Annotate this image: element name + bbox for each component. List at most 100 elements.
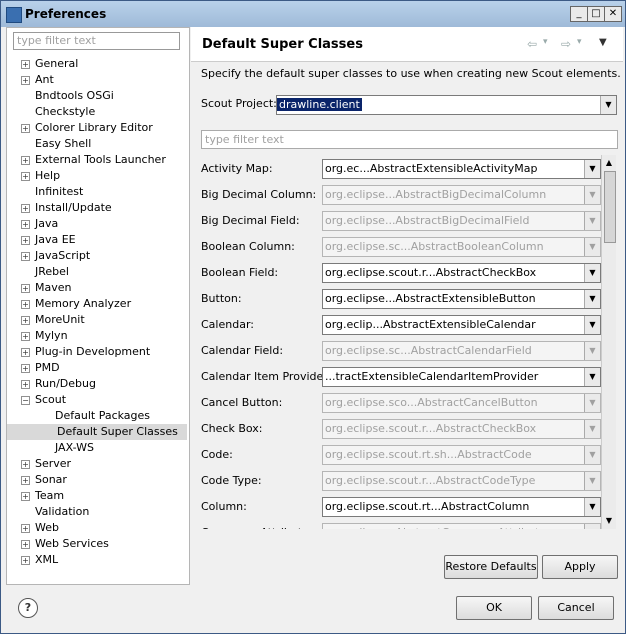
scroll-thumb[interactable] [604, 171, 616, 243]
apply-button[interactable]: Apply [542, 555, 618, 579]
super-class-combo[interactable]: org.ec...AbstractExtensibleActivityMap ▼ [322, 159, 601, 179]
close-button[interactable]: ✕ [604, 6, 622, 22]
tree-item[interactable]: + Install/Update [7, 200, 187, 216]
super-class-combo[interactable]: ...tractExtensibleCalendarItemProvider ▼ [322, 367, 601, 387]
tree-item[interactable]: + Help [7, 168, 187, 184]
tree-item[interactable]: Bndtools OSGi [7, 88, 187, 104]
scroll-up-icon[interactable]: ▲ [604, 157, 614, 169]
expand-icon[interactable]: + [21, 284, 30, 293]
expand-icon[interactable]: + [21, 124, 30, 133]
tree-item[interactable]: + Run/Debug [7, 376, 187, 392]
ok-button[interactable]: OK [456, 596, 532, 620]
expand-icon[interactable]: + [21, 460, 30, 469]
expand-icon[interactable]: + [21, 524, 30, 533]
tree-item-label: Ant [35, 73, 54, 86]
tree-item[interactable]: Validation [7, 504, 187, 520]
tree-item-label: Colorer Library Editor [35, 121, 153, 134]
expand-icon[interactable]: + [21, 300, 30, 309]
tree-item[interactable]: + MoreUnit [7, 312, 187, 328]
tree-item[interactable]: + XML [7, 552, 187, 568]
expand-icon[interactable]: + [21, 556, 30, 565]
maximize-button[interactable]: □ [587, 6, 605, 22]
super-class-combo: org.eclipse.scout.r...AbstractCodeType ▼ [322, 471, 601, 491]
chevron-down-icon: ▼ [584, 342, 600, 360]
super-class-value: org.eclipse...AbstractBigDecimalField [325, 214, 530, 227]
expand-icon[interactable]: + [21, 156, 30, 165]
view-menu-icon[interactable]: ▼ [599, 37, 607, 48]
super-class-combo: org.eclipse.sco...AbstractCancelButton ▼ [322, 393, 601, 413]
expand-icon[interactable]: + [21, 76, 30, 85]
window-title: Preferences [25, 7, 107, 21]
scout-project-combo[interactable]: drawline.client ▼ [276, 95, 617, 115]
expand-icon[interactable]: + [21, 220, 30, 229]
tree-item[interactable]: Default Super Classes [7, 424, 187, 440]
expand-icon[interactable]: + [21, 492, 30, 501]
tree-item[interactable]: − Scout [7, 392, 187, 408]
collapse-icon[interactable]: − [21, 396, 30, 405]
super-class-combo: org.eclipse.sc...AbstractCalendarField ▼ [322, 341, 601, 361]
super-class-combo[interactable]: org.eclipse.scout.r...AbstractCheckBox ▼ [322, 263, 601, 283]
expand-icon[interactable]: + [21, 60, 30, 69]
minimize-button[interactable]: _ [570, 6, 588, 22]
tree-item[interactable]: + PMD [7, 360, 187, 376]
tree-item[interactable]: Default Packages [7, 408, 187, 424]
tree-item[interactable]: Infinitest [7, 184, 187, 200]
forward-menu-icon[interactable]: ▾ [577, 37, 582, 47]
super-class-label: Activity Map: [201, 162, 273, 175]
tree-filter-input[interactable]: type filter text [13, 32, 180, 50]
tree-item[interactable]: + Colorer Library Editor [7, 120, 187, 136]
tree-item[interactable]: + Maven [7, 280, 187, 296]
chevron-down-icon: ▼ [584, 238, 600, 256]
tree-item[interactable]: + JavaScript [7, 248, 187, 264]
expand-icon[interactable]: + [21, 380, 30, 389]
back-arrow-icon[interactable]: ⇦ [527, 37, 537, 51]
tree-item[interactable]: + Server [7, 456, 187, 472]
tree-item[interactable]: + Memory Analyzer [7, 296, 187, 312]
tree-item[interactable]: + General [7, 56, 187, 72]
tree-item[interactable]: + Ant [7, 72, 187, 88]
expand-icon[interactable]: + [21, 252, 30, 261]
restore-defaults-button[interactable]: Restore Defaults [444, 555, 538, 579]
super-class-label: Composer Attribute: [201, 526, 313, 529]
cancel-button[interactable]: Cancel [538, 596, 614, 620]
super-class-combo[interactable]: org.eclip...AbstractExtensibleCalendar ▼ [322, 315, 601, 335]
tree-item[interactable]: + Plug-in Development [7, 344, 187, 360]
help-icon[interactable]: ? [18, 598, 38, 618]
tree-item[interactable]: JAX-WS [7, 440, 187, 456]
super-class-filter-input[interactable]: type filter text [201, 130, 618, 149]
expand-icon[interactable]: + [21, 236, 30, 245]
tree-item-label: Bndtools OSGi [35, 89, 114, 102]
expand-icon[interactable]: + [21, 476, 30, 485]
super-class-combo[interactable]: org.eclipse...AbstractExtensibleButton ▼ [322, 289, 601, 309]
scroll-down-icon[interactable]: ▼ [604, 515, 614, 527]
super-class-combo[interactable]: org.eclipse.scout.rt...AbstractColumn ▼ [322, 497, 601, 517]
vertical-scrollbar[interactable]: ▲ ▼ [601, 155, 616, 529]
super-class-value: org.eclipse.scout.r...AbstractCodeType [325, 474, 536, 487]
back-menu-icon[interactable]: ▾ [543, 37, 548, 47]
scout-project-label: Scout Project: [201, 97, 277, 110]
expand-icon[interactable]: + [21, 332, 30, 341]
tree-item[interactable]: + Web Services [7, 536, 187, 552]
super-class-label: Calendar Field: [201, 344, 284, 357]
expand-icon[interactable]: + [21, 172, 30, 181]
tree-item[interactable]: JRebel [7, 264, 187, 280]
forward-arrow-icon[interactable]: ⇨ [561, 37, 571, 51]
tree-item[interactable]: + Mylyn [7, 328, 187, 344]
tree-item[interactable]: + Java [7, 216, 187, 232]
expand-icon[interactable]: + [21, 316, 30, 325]
chevron-down-icon: ▼ [584, 368, 600, 386]
tree-item[interactable]: + Web [7, 520, 187, 536]
expand-icon[interactable]: + [21, 204, 30, 213]
tree-item[interactable]: Checkstyle [7, 104, 187, 120]
expand-icon[interactable]: + [21, 364, 30, 373]
chevron-down-icon: ▼ [584, 394, 600, 412]
tree-item[interactable]: Easy Shell [7, 136, 187, 152]
super-class-value: org.eclipse...AbstractBigDecimalColumn [325, 188, 547, 201]
tree-item[interactable]: + Java EE [7, 232, 187, 248]
expand-icon[interactable]: + [21, 348, 30, 357]
chevron-down-icon: ▼ [584, 472, 600, 490]
tree-item[interactable]: + Team [7, 488, 187, 504]
tree-item[interactable]: + Sonar [7, 472, 187, 488]
expand-icon[interactable]: + [21, 540, 30, 549]
tree-item[interactable]: + External Tools Launcher [7, 152, 187, 168]
